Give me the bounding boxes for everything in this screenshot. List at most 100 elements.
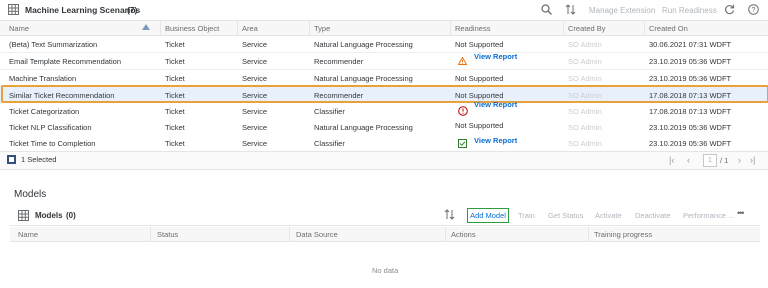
column-divider xyxy=(588,227,589,242)
table-footer xyxy=(0,151,768,170)
column-divider xyxy=(289,227,290,242)
row-name: Ticket Time to Completion xyxy=(9,139,96,148)
help-icon[interactable]: ? xyxy=(748,4,759,17)
table-row[interactable]: Ticket NLP Classification Ticket Service… xyxy=(0,119,768,136)
row-business-object: Ticket xyxy=(165,123,185,132)
warning-icon xyxy=(457,56,468,67)
row-readiness: Not Supported xyxy=(455,121,504,130)
row-area: Service xyxy=(242,40,268,49)
row-created-on: 23.10.2019 05:36 WDFT xyxy=(649,74,732,83)
table-icon xyxy=(18,210,29,223)
selection-checkbox-icon[interactable] xyxy=(7,155,16,166)
overflow-menu-icon[interactable]: ••• xyxy=(737,208,745,218)
row-area: Service xyxy=(242,107,268,116)
col-header-business-object[interactable]: Business Object xyxy=(165,24,219,33)
col-header-data-source[interactable]: Data Source xyxy=(296,230,338,239)
scenarios-toolbar: Machine Learning Scenarios (7) Manage Ex… xyxy=(0,0,768,21)
models-table-title: Models xyxy=(35,211,63,220)
scenarios-count: (7) xyxy=(127,5,138,15)
page-input[interactable]: 1 xyxy=(703,154,717,167)
row-type: Natural Language Processing xyxy=(314,123,413,132)
row-created-by: SO Admin xyxy=(568,139,602,148)
no-data-message: No data xyxy=(372,266,399,275)
row-readiness: Not Supported xyxy=(455,40,504,49)
table-row[interactable]: Ticket Categorization Ticket Service Cla… xyxy=(0,100,768,120)
row-name: (Beta) Text Summarization xyxy=(9,40,98,49)
selected-count: 1 Selected xyxy=(21,155,57,164)
col-header-readiness[interactable]: Readiness xyxy=(455,24,490,33)
activate-button[interactable]: Activate xyxy=(595,211,622,220)
row-name: Ticket NLP Classification xyxy=(9,123,92,132)
row-created-on: 30.06.2021 07:31 WDFT xyxy=(649,40,732,49)
run-readiness-button[interactable]: Run Readiness xyxy=(662,6,717,15)
col-header-area[interactable]: Area xyxy=(242,24,258,33)
get-status-button[interactable]: Get Status xyxy=(548,211,583,220)
row-business-object: Ticket xyxy=(165,40,185,49)
next-page-icon[interactable]: › xyxy=(738,155,741,165)
row-created-by: SO Admin xyxy=(568,107,602,116)
row-area: Service xyxy=(242,74,268,83)
col-header-type[interactable]: Type xyxy=(314,24,330,33)
row-area: Service xyxy=(242,123,268,132)
previous-page-icon[interactable]: ‹ xyxy=(687,155,690,165)
row-business-object: Ticket xyxy=(165,139,185,148)
row-created-on: 23.10.2019 05:36 WDFT xyxy=(649,139,732,148)
page-total: / 1 xyxy=(720,156,729,165)
performance-button[interactable]: Performance ... xyxy=(683,211,734,220)
table-row[interactable]: (Beta) Text Summarization Ticket Service… xyxy=(0,36,768,53)
row-business-object: Ticket xyxy=(165,107,185,116)
table-icon xyxy=(8,4,19,17)
view-report-link[interactable]: View Report xyxy=(474,136,517,145)
sort-icon[interactable] xyxy=(444,209,455,222)
row-type: Natural Language Processing xyxy=(314,74,413,83)
row-name: Ticket Categorization xyxy=(9,107,80,116)
row-area: Service xyxy=(242,57,268,66)
col-header-name[interactable]: Name xyxy=(9,24,29,33)
sort-ascending-icon[interactable] xyxy=(142,24,150,33)
col-header-status[interactable]: Status xyxy=(157,230,178,239)
row-created-by: SO Admin xyxy=(568,74,602,83)
success-icon xyxy=(458,139,467,150)
col-header-training-progress[interactable]: Training progress xyxy=(594,230,652,239)
col-header-created-by[interactable]: Created By xyxy=(568,24,606,33)
row-created-by: SO Admin xyxy=(568,40,602,49)
col-header-created-on[interactable]: Created On xyxy=(649,24,688,33)
row-readiness: Not Supported xyxy=(455,74,504,83)
row-type: Natural Language Processing xyxy=(314,40,413,49)
manage-extension-button[interactable]: Manage Extension xyxy=(589,6,655,15)
first-page-icon[interactable]: |‹ xyxy=(669,155,674,165)
row-created-on: 23.10.2019 05:36 WDFT xyxy=(649,57,732,66)
row-created-by: SO Admin xyxy=(568,57,602,66)
view-report-link[interactable]: View Report xyxy=(474,52,517,61)
col-header-actions[interactable]: Actions xyxy=(451,230,476,239)
row-type: Classifier xyxy=(314,139,345,148)
deactivate-button[interactable]: Deactivate xyxy=(635,211,670,220)
view-report-link[interactable]: View Report xyxy=(474,100,517,109)
scenarios-title: Machine Learning Scenarios xyxy=(25,5,141,15)
row-created-by: SO Admin xyxy=(568,123,602,132)
models-count: (0) xyxy=(66,211,76,220)
models-section-title: Models xyxy=(14,189,47,200)
row-name: Machine Translation xyxy=(9,74,77,83)
refresh-icon[interactable] xyxy=(724,4,735,17)
last-page-icon[interactable]: ›| xyxy=(750,155,755,165)
sort-icon[interactable] xyxy=(565,4,576,17)
scenarios-table-header: Name Business Object Area Type Readiness… xyxy=(0,21,768,36)
row-area: Service xyxy=(242,139,268,148)
search-icon[interactable] xyxy=(541,4,552,17)
row-business-object: Ticket xyxy=(165,57,185,66)
selected-row-highlight xyxy=(1,85,768,103)
row-business-object: Ticket xyxy=(165,74,185,83)
add-model-button[interactable]: Add Model xyxy=(467,208,509,223)
train-button[interactable]: Train xyxy=(518,211,535,220)
row-type: Recommender xyxy=(314,57,364,66)
column-divider xyxy=(445,227,446,242)
column-divider xyxy=(150,227,151,242)
row-type: Classifier xyxy=(314,107,345,116)
table-row[interactable]: Email Template Recommendation Ticket Ser… xyxy=(0,52,768,70)
table-row[interactable]: Ticket Time to Completion Ticket Service… xyxy=(0,135,768,152)
models-table-header: Name Status Data Source Actions Training… xyxy=(10,227,760,242)
col-header-name[interactable]: Name xyxy=(18,230,38,239)
svg-text:?: ? xyxy=(752,7,756,14)
row-created-on: 23.10.2019 05:36 WDFT xyxy=(649,123,732,132)
